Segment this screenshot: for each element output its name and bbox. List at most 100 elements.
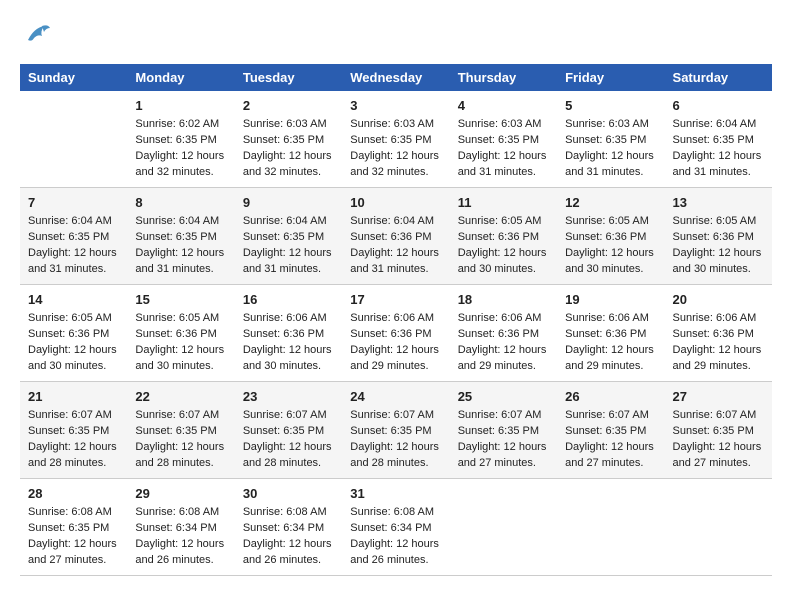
sunset-text: Sunset: 6:36 PM bbox=[458, 327, 549, 343]
sunrise-text: Sunrise: 6:05 AM bbox=[458, 214, 549, 230]
daylight-text: Daylight: 12 hours and 30 minutes. bbox=[28, 343, 119, 375]
daylight-text: Daylight: 12 hours and 31 minutes. bbox=[135, 246, 226, 278]
sunrise-text: Sunrise: 6:04 AM bbox=[28, 214, 119, 230]
calendar-cell: 16Sunrise: 6:06 AMSunset: 6:36 PMDayligh… bbox=[235, 284, 342, 381]
sunset-text: Sunset: 6:35 PM bbox=[135, 230, 226, 246]
sunrise-text: Sunrise: 6:07 AM bbox=[28, 408, 119, 424]
weekday-header-wednesday: Wednesday bbox=[342, 64, 449, 91]
sunset-text: Sunset: 6:36 PM bbox=[565, 230, 656, 246]
sunrise-text: Sunrise: 6:02 AM bbox=[135, 117, 226, 133]
week-row-5: 28Sunrise: 6:08 AMSunset: 6:35 PMDayligh… bbox=[20, 478, 772, 575]
day-number: 27 bbox=[673, 388, 764, 406]
weekday-header-friday: Friday bbox=[557, 64, 664, 91]
day-number: 11 bbox=[458, 194, 549, 212]
daylight-text: Daylight: 12 hours and 28 minutes. bbox=[135, 440, 226, 472]
daylight-text: Daylight: 12 hours and 32 minutes. bbox=[135, 149, 226, 181]
sunset-text: Sunset: 6:35 PM bbox=[243, 230, 334, 246]
week-row-1: 1Sunrise: 6:02 AMSunset: 6:35 PMDaylight… bbox=[20, 91, 772, 187]
calendar-cell: 11Sunrise: 6:05 AMSunset: 6:36 PMDayligh… bbox=[450, 187, 557, 284]
daylight-text: Daylight: 12 hours and 26 minutes. bbox=[350, 537, 441, 569]
day-number: 29 bbox=[135, 485, 226, 503]
sunset-text: Sunset: 6:35 PM bbox=[458, 133, 549, 149]
sunset-text: Sunset: 6:36 PM bbox=[135, 327, 226, 343]
sunrise-text: Sunrise: 6:06 AM bbox=[243, 311, 334, 327]
sunrise-text: Sunrise: 6:08 AM bbox=[28, 505, 119, 521]
sunrise-text: Sunrise: 6:07 AM bbox=[350, 408, 441, 424]
day-number: 28 bbox=[28, 485, 119, 503]
daylight-text: Daylight: 12 hours and 27 minutes. bbox=[28, 537, 119, 569]
sunset-text: Sunset: 6:34 PM bbox=[135, 521, 226, 537]
daylight-text: Daylight: 12 hours and 30 minutes. bbox=[135, 343, 226, 375]
daylight-text: Daylight: 12 hours and 29 minutes. bbox=[458, 343, 549, 375]
sunset-text: Sunset: 6:35 PM bbox=[28, 424, 119, 440]
day-number: 8 bbox=[135, 194, 226, 212]
calendar-cell: 30Sunrise: 6:08 AMSunset: 6:34 PMDayligh… bbox=[235, 478, 342, 575]
day-number: 21 bbox=[28, 388, 119, 406]
daylight-text: Daylight: 12 hours and 28 minutes. bbox=[243, 440, 334, 472]
logo-bird-icon bbox=[24, 20, 52, 54]
calendar-cell: 1 Sunrise: 6:02 AMSunset: 6:35 PMDaylight… bbox=[127, 91, 234, 187]
daylight-text: Daylight: 12 hours and 30 minutes. bbox=[458, 246, 549, 278]
calendar-cell: 6Sunrise: 6:04 AMSunset: 6:35 PMDaylight… bbox=[665, 91, 772, 187]
sunrise-text: Sunrise: 6:08 AM bbox=[243, 505, 334, 521]
day-number: 3 bbox=[350, 97, 441, 115]
day-number: 31 bbox=[350, 485, 441, 503]
weekday-header-sunday: Sunday bbox=[20, 64, 127, 91]
calendar-cell: 25Sunrise: 6:07 AMSunset: 6:35 PMDayligh… bbox=[450, 381, 557, 478]
calendar-cell: 18Sunrise: 6:06 AMSunset: 6:36 PMDayligh… bbox=[450, 284, 557, 381]
day-number: 18 bbox=[458, 291, 549, 309]
calendar-cell: 4Sunrise: 6:03 AMSunset: 6:35 PMDaylight… bbox=[450, 91, 557, 187]
sunset-text: Sunset: 6:35 PM bbox=[28, 521, 119, 537]
calendar-cell: 13Sunrise: 6:05 AMSunset: 6:36 PMDayligh… bbox=[665, 187, 772, 284]
daylight-text: Daylight: 12 hours and 27 minutes. bbox=[565, 440, 656, 472]
daylight-text: Daylight: 12 hours and 31 minutes. bbox=[350, 246, 441, 278]
sunset-text: Sunset: 6:35 PM bbox=[673, 133, 764, 149]
day-number: 22 bbox=[135, 388, 226, 406]
day-number: 7 bbox=[28, 194, 119, 212]
sunrise-text: Sunrise: 6:03 AM bbox=[350, 117, 441, 133]
sunrise-text: Sunrise: 6:08 AM bbox=[350, 505, 441, 521]
daylight-text: Daylight: 12 hours and 31 minutes. bbox=[565, 149, 656, 181]
sunset-text: Sunset: 6:36 PM bbox=[243, 327, 334, 343]
sunset-text: Sunset: 6:35 PM bbox=[350, 133, 441, 149]
sunset-text: Sunset: 6:36 PM bbox=[28, 327, 119, 343]
calendar-cell: 9 Sunrise: 6:04 AMSunset: 6:35 PMDaylight… bbox=[235, 187, 342, 284]
page-header bbox=[20, 20, 772, 54]
daylight-text: Daylight: 12 hours and 26 minutes. bbox=[135, 537, 226, 569]
daylight-text: Daylight: 12 hours and 30 minutes. bbox=[565, 246, 656, 278]
calendar-cell: 28 Sunrise: 6:08 AMSunset: 6:35 PMDayligh… bbox=[20, 478, 127, 575]
sunset-text: Sunset: 6:35 PM bbox=[135, 424, 226, 440]
calendar-cell: 26Sunrise: 6:07 AMSunset: 6:35 PMDayligh… bbox=[557, 381, 664, 478]
sunrise-text: Sunrise: 6:05 AM bbox=[673, 214, 764, 230]
day-number: 14 bbox=[28, 291, 119, 309]
daylight-text: Daylight: 12 hours and 32 minutes. bbox=[350, 149, 441, 181]
calendar-cell: 31Sunrise: 6:08 AMSunset: 6:34 PMDayligh… bbox=[342, 478, 449, 575]
day-number: 2 bbox=[243, 97, 334, 115]
calendar-cell bbox=[450, 478, 557, 575]
sunrise-text: Sunrise: 6:05 AM bbox=[28, 311, 119, 327]
day-number: 1 bbox=[135, 97, 226, 115]
sunset-text: Sunset: 6:35 PM bbox=[565, 424, 656, 440]
day-number: 9 bbox=[243, 194, 334, 212]
sunset-text: Sunset: 6:36 PM bbox=[350, 230, 441, 246]
sunrise-text: Sunrise: 6:07 AM bbox=[458, 408, 549, 424]
sunrise-text: Sunrise: 6:04 AM bbox=[243, 214, 334, 230]
sunrise-text: Sunrise: 6:07 AM bbox=[565, 408, 656, 424]
day-number: 5 bbox=[565, 97, 656, 115]
calendar-cell: 14 Sunrise: 6:05 AMSunset: 6:36 PMDayligh… bbox=[20, 284, 127, 381]
day-number: 4 bbox=[458, 97, 549, 115]
calendar-cell: 12Sunrise: 6:05 AMSunset: 6:36 PMDayligh… bbox=[557, 187, 664, 284]
daylight-text: Daylight: 12 hours and 31 minutes. bbox=[243, 246, 334, 278]
weekday-header-row: SundayMondayTuesdayWednesdayThursdayFrid… bbox=[20, 64, 772, 91]
daylight-text: Daylight: 12 hours and 31 minutes. bbox=[458, 149, 549, 181]
calendar-table: SundayMondayTuesdayWednesdayThursdayFrid… bbox=[20, 64, 772, 576]
calendar-cell: 27Sunrise: 6:07 AMSunset: 6:35 PMDayligh… bbox=[665, 381, 772, 478]
calendar-cell: 24Sunrise: 6:07 AMSunset: 6:35 PMDayligh… bbox=[342, 381, 449, 478]
week-row-4: 21Sunrise: 6:07 AMSunset: 6:35 PMDayligh… bbox=[20, 381, 772, 478]
sunset-text: Sunset: 6:34 PM bbox=[243, 521, 334, 537]
sunset-text: Sunset: 6:35 PM bbox=[243, 133, 334, 149]
sunset-text: Sunset: 6:35 PM bbox=[135, 133, 226, 149]
daylight-text: Daylight: 12 hours and 30 minutes. bbox=[673, 246, 764, 278]
day-number: 19 bbox=[565, 291, 656, 309]
calendar-cell: 22Sunrise: 6:07 AMSunset: 6:35 PMDayligh… bbox=[127, 381, 234, 478]
